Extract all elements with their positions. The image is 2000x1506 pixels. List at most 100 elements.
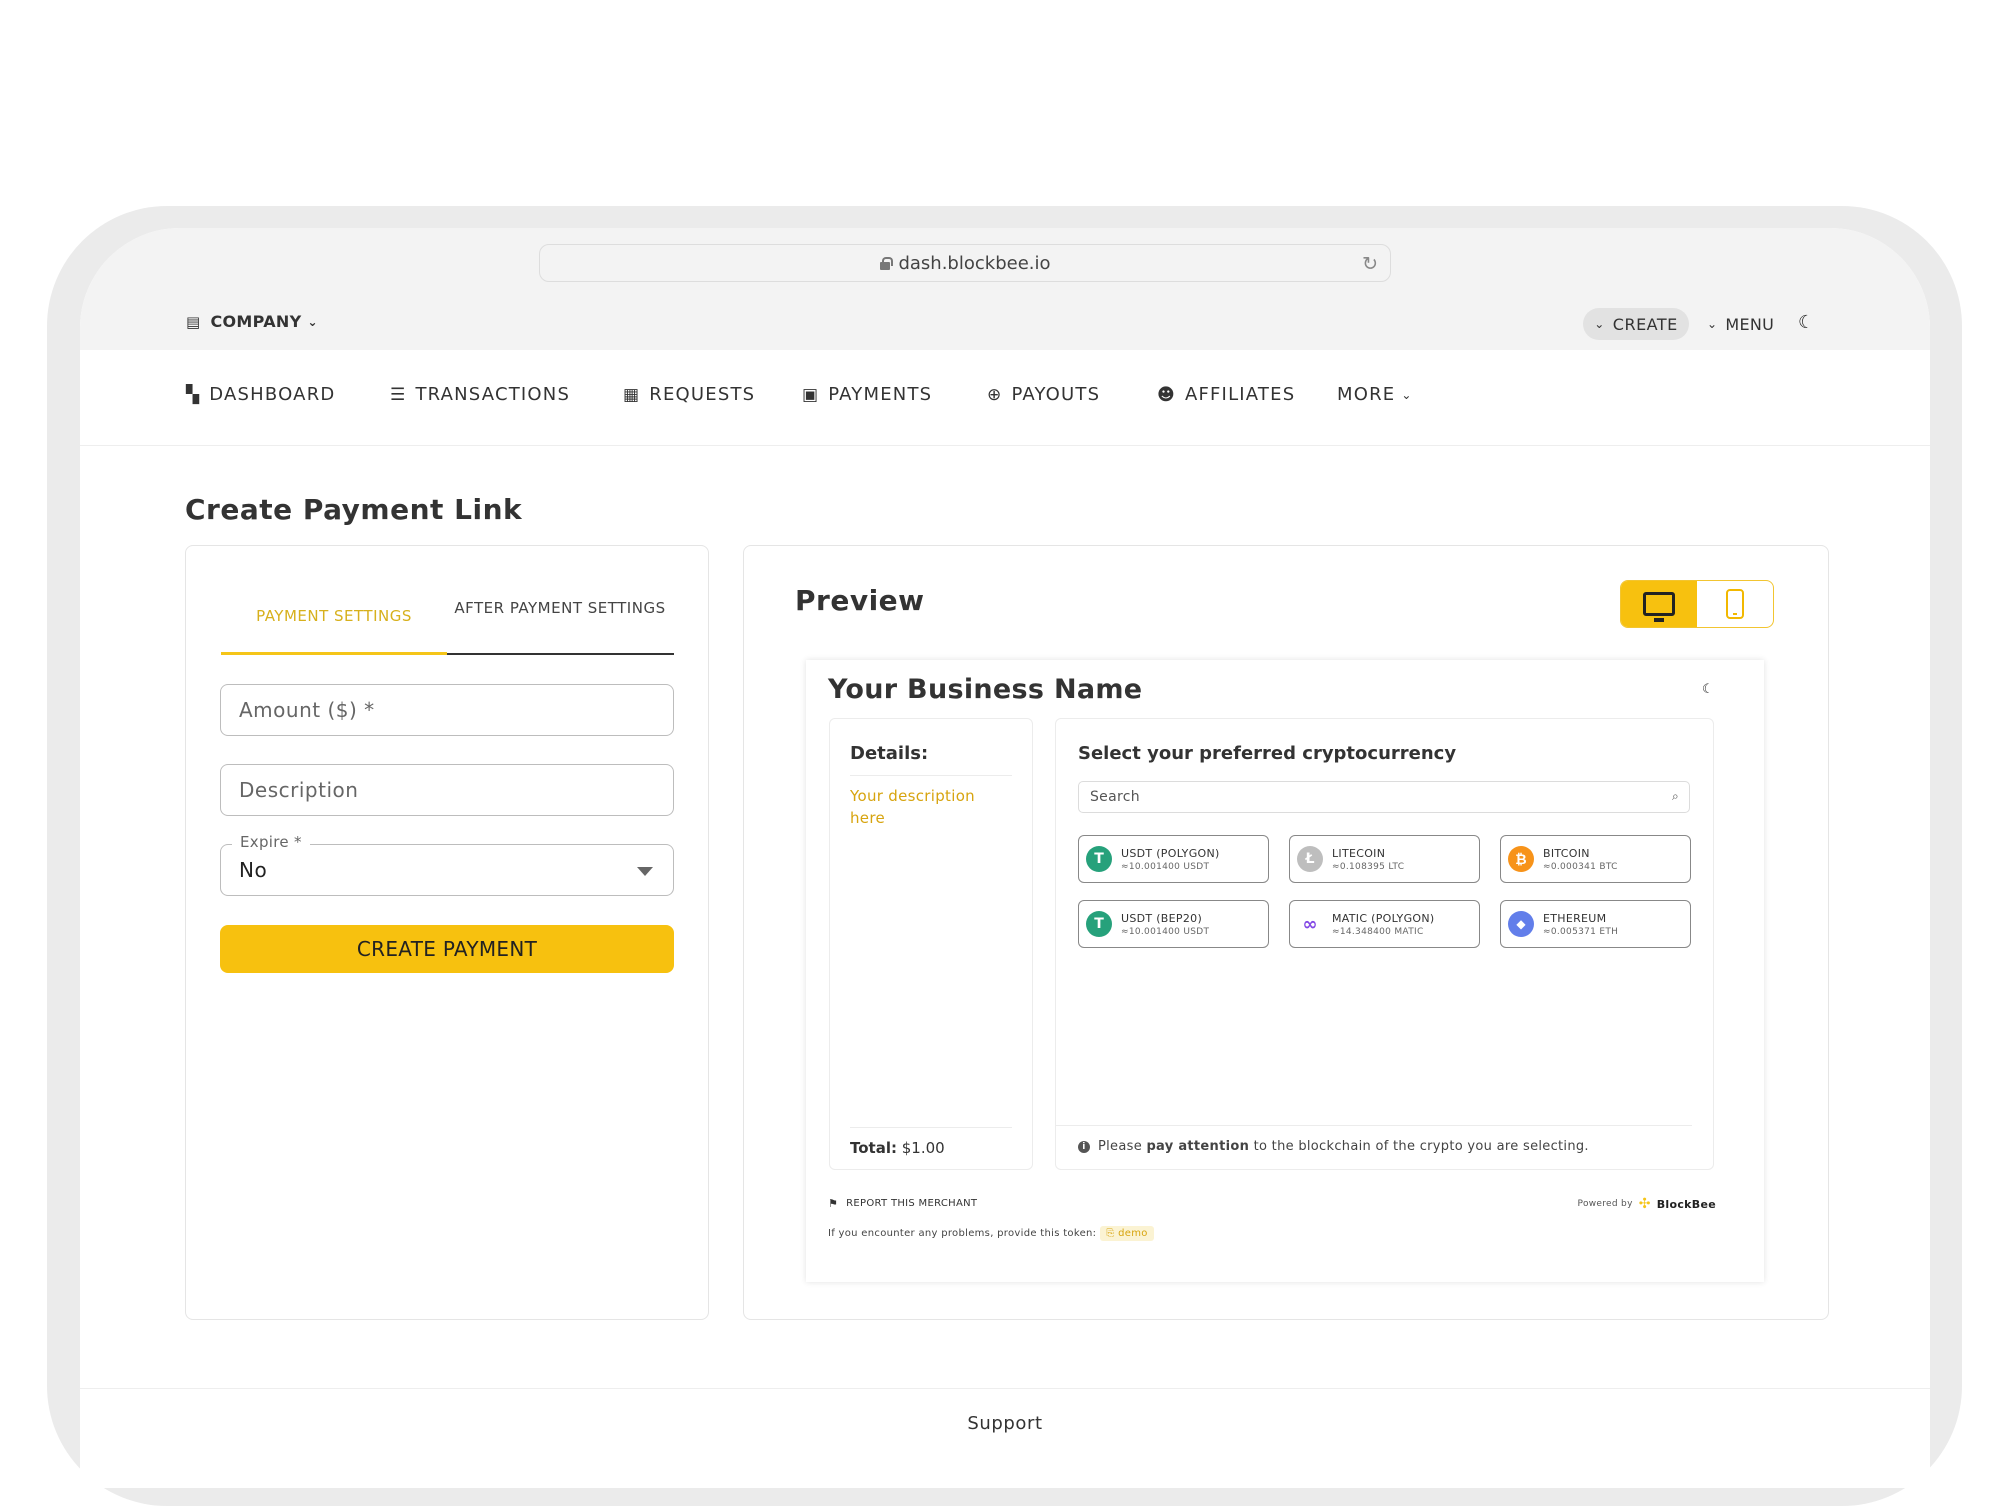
coin-amount: ≈0.000341 BTC (1543, 861, 1618, 872)
divider (850, 1127, 1012, 1128)
total-label: Total: (850, 1139, 897, 1157)
coin-usdt-bep20[interactable]: T USDT (BEP20) ≈10.001400 USDT (1078, 900, 1269, 948)
dark-mode-icon[interactable]: ☾ (1702, 682, 1714, 697)
device-toggle (1620, 580, 1774, 628)
lock-icon (879, 256, 893, 270)
footer-divider (80, 1388, 1930, 1389)
nav-label: DASHBOARD (209, 384, 336, 405)
divider (850, 775, 1012, 776)
brand-name: BlockBee (1656, 1197, 1716, 1211)
details-description: Your description here (850, 787, 975, 827)
coin-usdt-polygon[interactable]: T USDT (POLYGON) ≈10.001400 USDT (1078, 835, 1269, 883)
details-panel: Details: Your description here Total: $1… (829, 718, 1033, 1170)
payments-icon: ▣ (802, 384, 820, 405)
nav-transactions[interactable]: ☰ TRANSACTIONS (390, 384, 570, 405)
menu-label: MENU (1725, 314, 1775, 334)
nav-more[interactable]: MORE ⌄ (1337, 384, 1413, 405)
ethereum-icon: ◆ (1508, 911, 1534, 937)
company-selector[interactable]: ▤ COMPANY ⌄ (186, 312, 318, 331)
dashboard-icon: ▚ (186, 384, 201, 405)
notice-suffix: to the blockchain of the crypto you are … (1253, 1139, 1589, 1154)
token-value: demo (1118, 1228, 1148, 1239)
tab-underline (447, 653, 674, 655)
nav-label: PAYOUTS (1011, 384, 1101, 405)
bitcoin-icon: ₿ (1508, 846, 1534, 872)
coin-name: USDT (BEP20) (1121, 911, 1203, 925)
tab-after-payment-settings[interactable]: AFTER PAYMENT SETTINGS (447, 598, 673, 618)
nav-requests[interactable]: ▦ REQUESTS (623, 384, 755, 405)
crypto-search-input[interactable]: Search ⌕ (1078, 781, 1690, 813)
chevron-down-icon: ⌄ (307, 314, 318, 329)
coin-bitcoin[interactable]: ₿ BITCOIN ≈0.000341 BTC (1500, 835, 1691, 883)
expire-select[interactable]: No (220, 844, 674, 896)
nav-payments[interactable]: ▣ PAYMENTS (802, 384, 932, 405)
nav-label: TRANSACTIONS (415, 384, 571, 405)
tablet-screen: dash.blockbee.io ↻ ▤ COMPANY ⌄ ⌄ CREATE … (80, 228, 1930, 1488)
coin-amount: ≈14.348400 MATIC (1332, 926, 1424, 937)
search-icon: ⌕ (1671, 789, 1679, 803)
coin-amount: ≈10.001400 USDT (1121, 926, 1210, 937)
active-tab-indicator (221, 652, 447, 655)
payment-settings-card: PAYMENT SETTINGS AFTER PAYMENT SETTINGS … (185, 545, 709, 1320)
reload-icon[interactable]: ↻ (1362, 253, 1378, 275)
coin-amount: ≈10.001400 USDT (1121, 861, 1210, 872)
create-button[interactable]: ⌄ CREATE (1583, 308, 1689, 340)
payout-icon: ⊕ (987, 384, 1003, 405)
token-badge[interactable]: ⎘ demo (1100, 1226, 1154, 1241)
desktop-icon (1643, 592, 1675, 622)
mobile-view-button[interactable] (1697, 581, 1773, 627)
crypto-title: Select your preferred cryptocurrency (1078, 743, 1457, 764)
details-title: Details: (850, 743, 929, 764)
coin-name: USDT (POLYGON) (1121, 846, 1220, 860)
main-nav: ▚ DASHBOARD ☰ TRANSACTIONS ▦ REQUESTS ▣ … (80, 350, 1930, 446)
polygon-icon: ∞ (1297, 911, 1323, 937)
receipt-icon: ▦ (623, 384, 641, 405)
url-text: dash.blockbee.io (898, 252, 1051, 274)
total: Total: $1.00 (850, 1139, 945, 1157)
report-merchant-link[interactable]: ⚑ REPORT THIS MERCHANT (828, 1197, 977, 1210)
litecoin-icon: Ł (1297, 846, 1323, 872)
tether-icon: T (1086, 911, 1112, 937)
crypto-panel: Select your preferred cryptocurrency Sea… (1055, 718, 1714, 1170)
chevron-down-icon: ⌄ (1401, 387, 1413, 402)
coin-ethereum[interactable]: ◆ ETHEREUM ≈0.005371 ETH (1500, 900, 1691, 948)
nav-label: REQUESTS (649, 384, 756, 405)
blockbee-logo-icon: ✣ (1638, 1196, 1651, 1212)
store-icon: ▤ (186, 312, 201, 331)
create-label: CREATE (1612, 314, 1678, 334)
search-placeholder: Search (1090, 789, 1140, 805)
list-icon: ☰ (390, 384, 407, 405)
nav-dashboard[interactable]: ▚ DASHBOARD (186, 384, 335, 405)
nav-payouts[interactable]: ⊕ PAYOUTS (987, 384, 1100, 405)
url-bar[interactable]: dash.blockbee.io ↻ (539, 244, 1391, 282)
preview-title: Preview (795, 584, 925, 617)
coin-amount: ≈0.005371 ETH (1543, 926, 1619, 937)
page-title: Create Payment Link (185, 493, 523, 526)
powered-by: Powered by ✣ BlockBee (1578, 1196, 1716, 1212)
desktop-view-button[interactable] (1621, 581, 1697, 627)
token-line: If you encounter any problems, provide t… (828, 1226, 1154, 1241)
dark-mode-icon[interactable]: ☾ (1798, 312, 1814, 333)
nav-label: PAYMENTS (828, 384, 933, 405)
tab-payment-settings[interactable]: PAYMENT SETTINGS (221, 606, 447, 626)
description-input[interactable]: Description (220, 764, 674, 816)
notice-prefix: Please (1098, 1139, 1142, 1154)
nav-label: MORE (1337, 384, 1396, 405)
amount-input[interactable]: Amount ($) * (220, 684, 674, 736)
chevron-down-icon: ⌄ (1594, 317, 1605, 331)
group-icon: ☻ (1157, 384, 1176, 405)
coin-matic-polygon[interactable]: ∞ MATIC (POLYGON) ≈14.348400 MATIC (1289, 900, 1480, 948)
coin-litecoin[interactable]: Ł LITECOIN ≈0.108395 LTC (1289, 835, 1480, 883)
support-link[interactable]: Support (80, 1413, 1930, 1434)
coin-amount: ≈0.108395 LTC (1332, 861, 1405, 872)
create-payment-button[interactable]: CREATE PAYMENT (220, 925, 674, 973)
coin-name: MATIC (POLYGON) (1332, 911, 1435, 925)
nav-affiliates[interactable]: ☻ AFFILIATES (1157, 384, 1295, 405)
info-icon: i (1078, 1140, 1090, 1153)
powered-by-label: Powered by (1577, 1199, 1633, 1209)
menu-button[interactable]: ⌄ MENU (1707, 308, 1774, 340)
nav-label: AFFILIATES (1184, 384, 1296, 405)
company-label: COMPANY (210, 312, 302, 331)
business-name: Your Business Name (828, 674, 1143, 705)
coin-name: BITCOIN (1543, 846, 1590, 860)
